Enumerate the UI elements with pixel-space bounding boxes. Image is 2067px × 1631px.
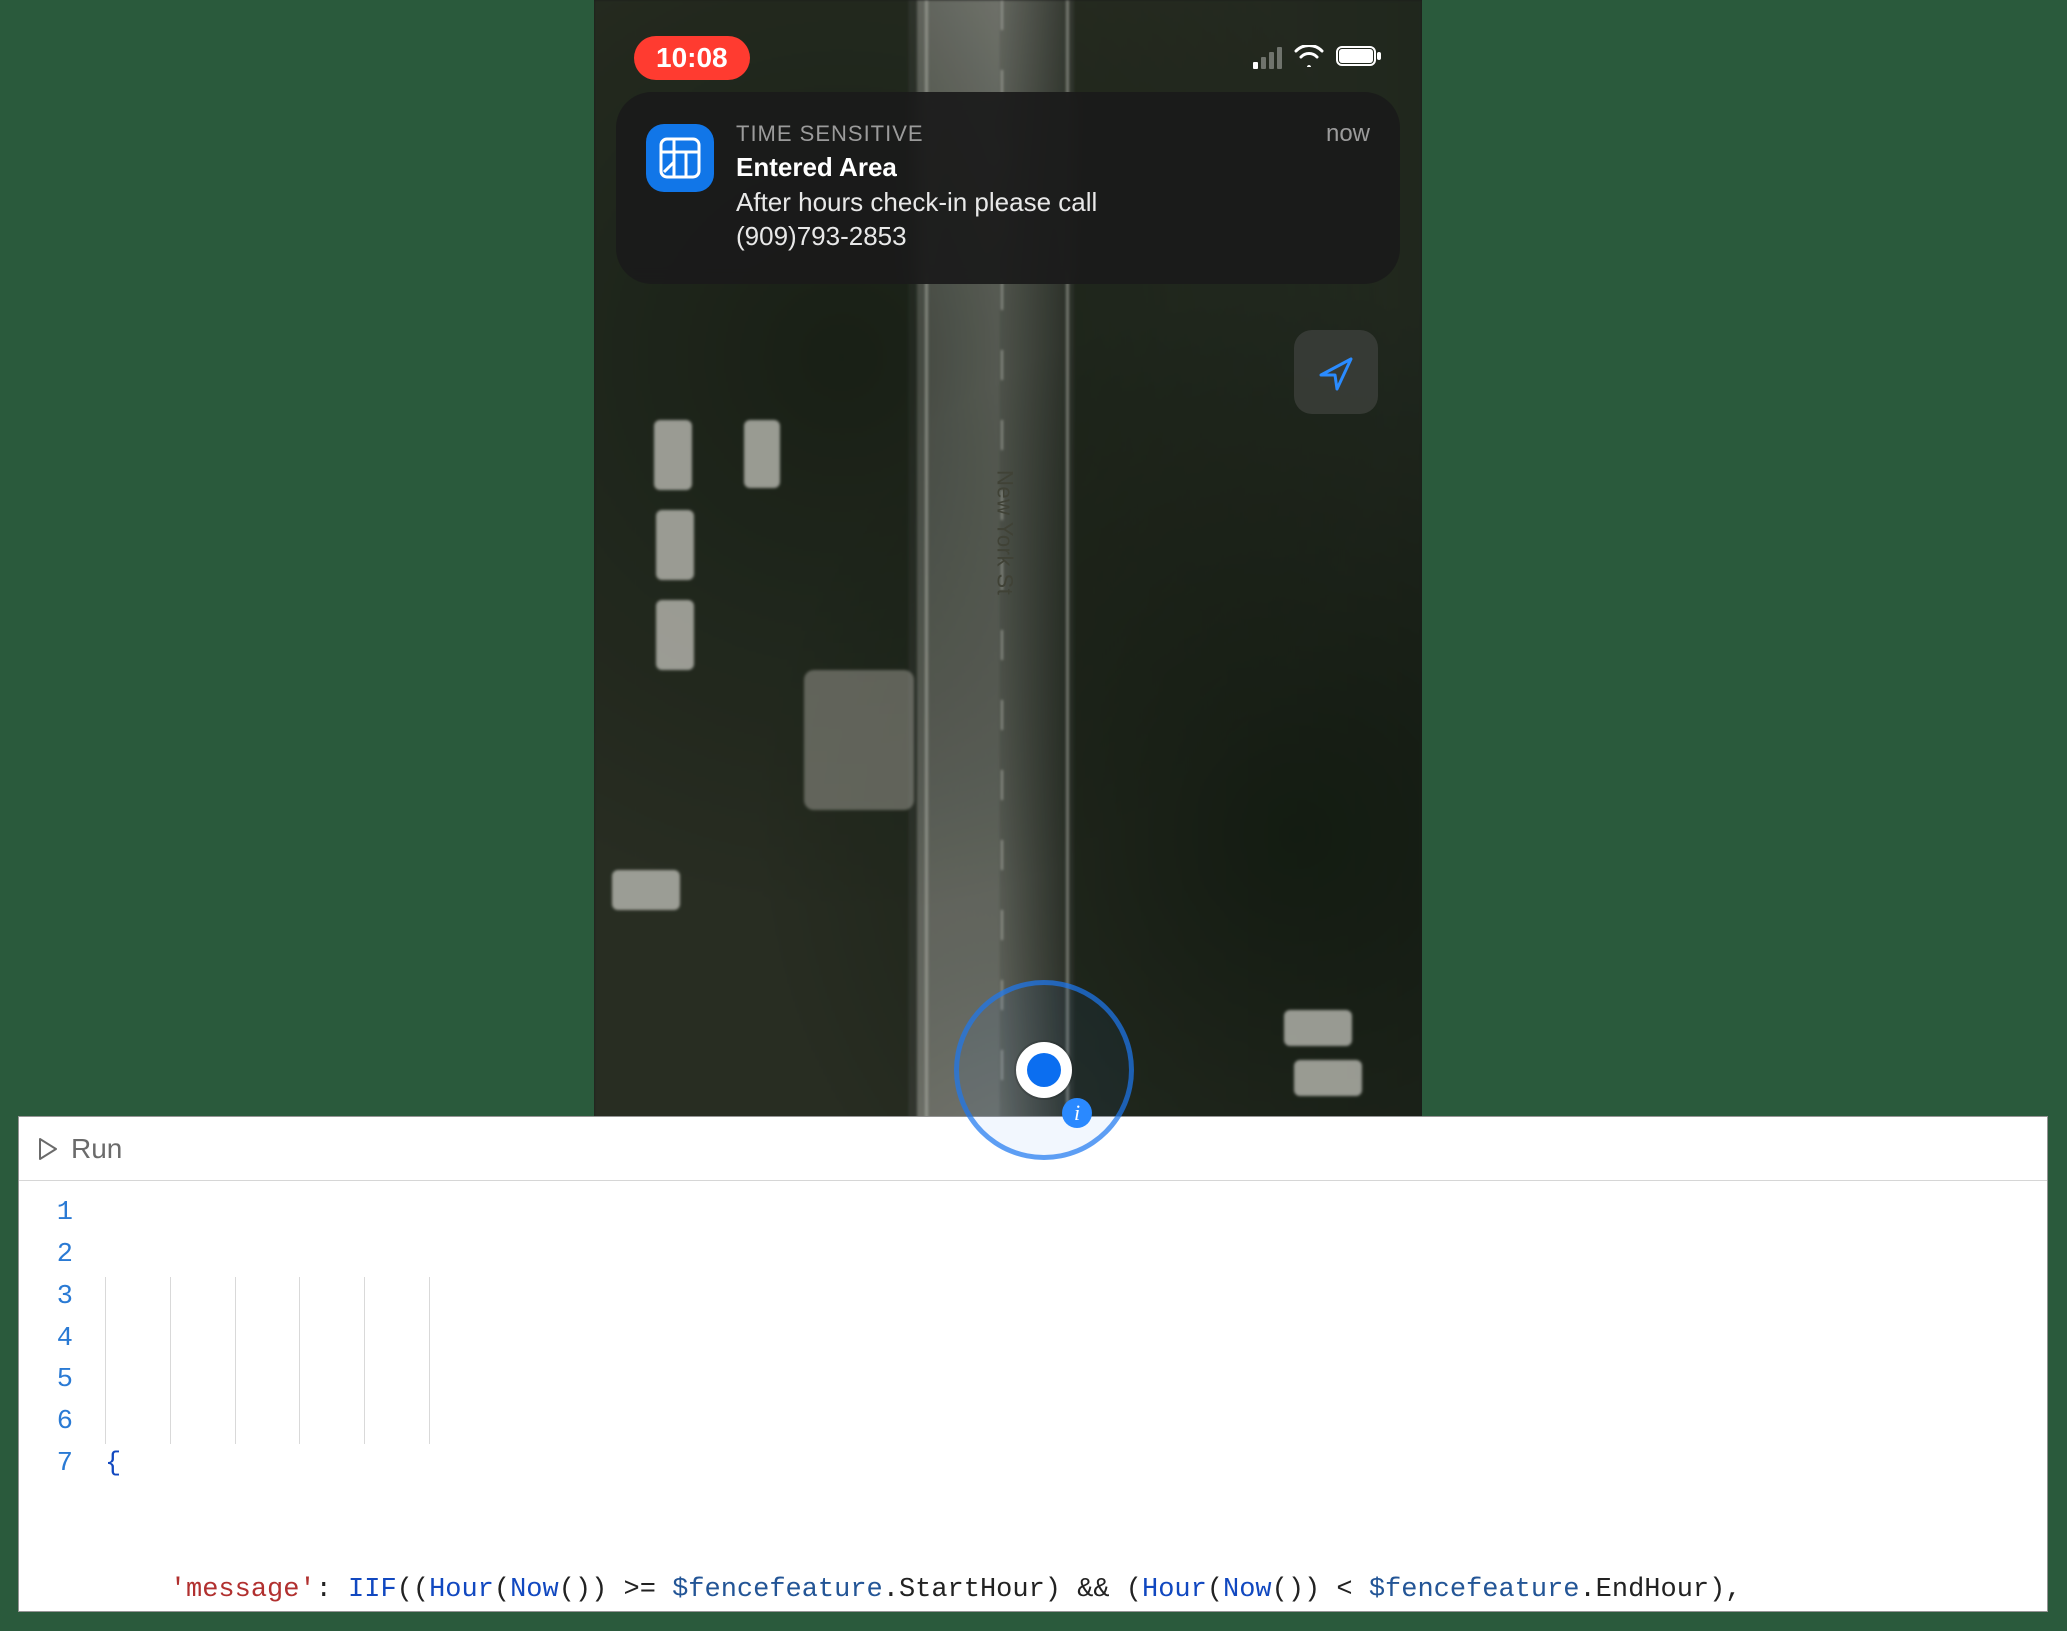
editor-body[interactable]: 1 2 3 4 5 6 7 { 'message': IIF((Hour(Now… xyxy=(19,1181,2047,1611)
status-time-pill[interactable]: 10:08 xyxy=(634,36,750,80)
run-button[interactable]: Run xyxy=(37,1133,122,1165)
notification-time: now xyxy=(1326,120,1370,254)
notification-tag: TIME SENSITIVE xyxy=(736,120,1304,149)
gps-location-marker[interactable]: i xyxy=(954,980,1134,1160)
battery-icon xyxy=(1336,45,1382,72)
run-label: Run xyxy=(71,1133,122,1165)
status-bar: 10:08 xyxy=(594,28,1422,88)
code-line xyxy=(105,1319,2047,1361)
code-area[interactable]: { 'message': IIF((Hour(Now()) >= $fencef… xyxy=(85,1181,2047,1611)
notification-body-line: After hours check-in please call xyxy=(736,186,1304,220)
line-number-gutter: 1 2 3 4 5 6 7 xyxy=(19,1181,85,1611)
notification-banner[interactable]: TIME SENSITIVE Entered Area After hours … xyxy=(616,92,1400,284)
line-number: 3 xyxy=(19,1277,73,1319)
code-line: { xyxy=(105,1444,2047,1486)
notification-app-icon xyxy=(646,124,714,192)
line-number: 7 xyxy=(19,1444,73,1486)
notification-body-line: (909)793-2853 xyxy=(736,220,1304,254)
line-number: 1 xyxy=(19,1193,73,1235)
wifi-icon xyxy=(1294,45,1324,72)
line-number: 5 xyxy=(19,1360,73,1402)
notification-title: Entered Area xyxy=(736,151,1304,185)
line-number: 2 xyxy=(19,1235,73,1277)
locate-me-button[interactable] xyxy=(1294,330,1378,414)
line-number: 4 xyxy=(19,1319,73,1361)
line-number: 6 xyxy=(19,1402,73,1444)
play-icon xyxy=(37,1137,59,1161)
cellular-signal-icon xyxy=(1253,47,1282,69)
phone-screenshot: New York St 10:08 xyxy=(594,0,1422,1192)
code-line: 'message': IIF((Hour(Now()) >= $fencefea… xyxy=(105,1570,2047,1611)
info-icon[interactable]: i xyxy=(1062,1098,1092,1128)
location-arrow-icon xyxy=(1315,351,1357,393)
street-label: New York St xyxy=(991,470,1017,595)
code-editor: Run 1 2 3 4 5 6 7 { 'message': IIF((Hour… xyxy=(18,1116,2048,1612)
